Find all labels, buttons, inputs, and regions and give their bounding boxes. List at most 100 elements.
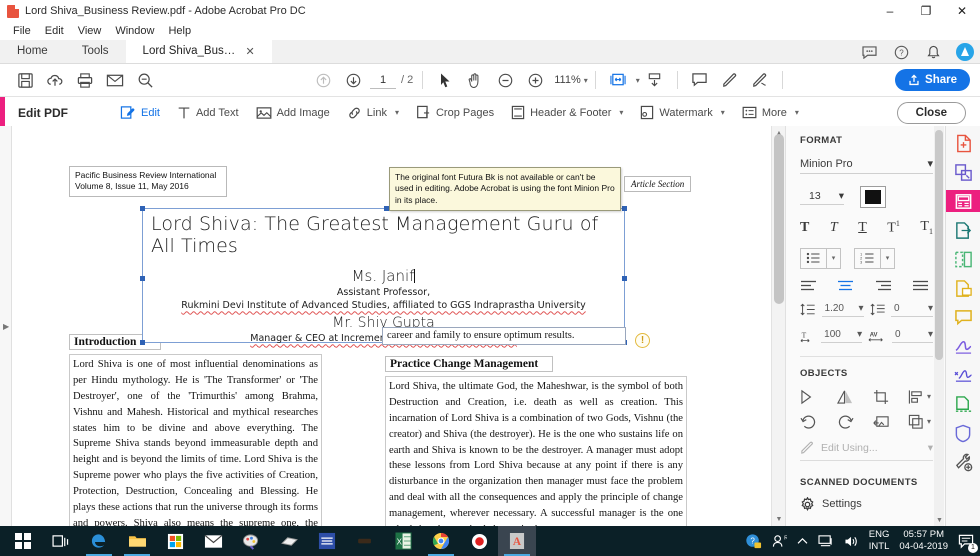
add-image-button[interactable]: Add Image — [256, 106, 330, 120]
numbered-list-button[interactable]: 123 ▾ — [854, 248, 895, 269]
minimize-button[interactable]: – — [872, 0, 908, 22]
menu-edit[interactable]: Edit — [38, 24, 71, 38]
font-size-select[interactable]: 13 ▾ — [800, 190, 844, 205]
underline-T-icon[interactable]: T — [858, 220, 867, 236]
add-text-button[interactable]: Add Text — [177, 106, 239, 120]
align-justify-icon[interactable] — [912, 280, 929, 291]
volume-icon[interactable] — [844, 535, 859, 548]
request-signature-icon[interactable] — [950, 364, 976, 386]
tab-home[interactable]: Home — [0, 39, 65, 63]
fax-icon[interactable] — [308, 526, 346, 556]
avatar[interactable] — [956, 43, 974, 61]
chrome-icon[interactable] — [422, 526, 460, 556]
tab-close-icon[interactable]: ✕ — [246, 45, 255, 58]
replace-image-icon[interactable] — [873, 414, 890, 430]
format-panel-scrollbar[interactable]: ▼ — [934, 126, 944, 526]
pdf-page[interactable]: Pacific Business Review International Vo… — [12, 126, 771, 526]
more-button[interactable]: More ▾ — [742, 106, 799, 119]
record-icon[interactable] — [460, 526, 498, 556]
export-pdf-icon[interactable] — [950, 219, 976, 241]
network-icon[interactable] — [818, 534, 834, 548]
organize-pages-icon[interactable] — [950, 248, 976, 270]
create-pdf-icon[interactable] — [950, 132, 976, 154]
show-hidden-icons-icon[interactable] — [797, 537, 808, 546]
edit-pdf-rail-icon[interactable] — [946, 190, 980, 212]
language-indicator[interactable]: ENG INTL — [869, 529, 890, 553]
start-icon[interactable] — [4, 526, 42, 556]
warning-badge-icon[interactable]: ! — [635, 333, 650, 348]
align-objects-button[interactable]: ▾ — [908, 389, 931, 405]
zoom-search-icon[interactable] — [130, 67, 160, 93]
edit-using-select[interactable]: Edit Using... ▾ — [800, 441, 933, 461]
previous-page-icon[interactable] — [308, 67, 338, 93]
bell-icon[interactable] — [924, 43, 942, 61]
format-panel-scroll-down-icon[interactable]: ▼ — [936, 517, 943, 524]
title-text-block[interactable]: Lord Shiva: The Greatest Management Guru… — [142, 208, 625, 343]
align-center-icon[interactable] — [837, 280, 854, 291]
next-page-icon[interactable] — [338, 67, 368, 93]
scanned-settings-button[interactable]: Settings — [800, 497, 933, 512]
bold-T-icon[interactable]: T — [800, 220, 809, 236]
resize-handle-e[interactable] — [622, 276, 627, 281]
excel-icon[interactable]: X — [384, 526, 422, 556]
draw-icon[interactable] — [745, 67, 775, 93]
scroll-mode-icon[interactable] — [640, 67, 670, 93]
maximize-button[interactable]: ❐ — [908, 0, 944, 22]
select-tool-icon[interactable] — [430, 67, 460, 93]
help-icon[interactable]: ? — [892, 43, 910, 61]
email-icon[interactable] — [100, 67, 130, 93]
line-spacing-select[interactable]: 1.20 ▾ — [822, 303, 864, 317]
zoom-caret-icon[interactable]: ▾ — [584, 76, 588, 85]
document-scrollbar[interactable]: ▲ ▼ — [771, 126, 785, 526]
mail-icon[interactable] — [194, 526, 232, 556]
edge-icon[interactable] — [80, 526, 118, 556]
paint-icon[interactable] — [232, 526, 270, 556]
flip-vertical-icon[interactable] — [836, 389, 854, 405]
acrobat-icon[interactable]: A — [498, 526, 536, 556]
format-panel-scroll-thumb[interactable] — [935, 130, 943, 360]
menu-file[interactable]: File — [6, 24, 38, 38]
crop-icon[interactable] — [873, 389, 890, 405]
subscript-T-icon[interactable]: T1 — [920, 219, 933, 236]
align-right-icon[interactable] — [875, 280, 892, 291]
article-section-tag[interactable]: Article Section — [624, 176, 691, 192]
horizontal-scale-select[interactable]: 100 ▾ — [821, 329, 862, 343]
header-footer-button[interactable]: Header & Footer ▾ — [511, 105, 623, 120]
resize-handle-sw[interactable] — [140, 340, 145, 345]
bulleted-list-caret-icon[interactable]: ▾ — [826, 249, 840, 268]
arrange-button[interactable]: ▾ — [908, 414, 931, 430]
fill-sign-icon[interactable] — [950, 335, 976, 357]
link-button[interactable]: Link ▾ — [347, 106, 399, 120]
stamp-icon[interactable] — [950, 393, 976, 415]
menu-view[interactable]: View — [71, 24, 109, 38]
eraser-icon[interactable] — [270, 526, 308, 556]
close-edit-pdf-button[interactable]: Close — [897, 102, 966, 124]
tab-tools[interactable]: Tools — [65, 39, 126, 63]
paragraph-spacing-select[interactable]: 0 ▾ — [891, 303, 933, 317]
flip-horizontal-icon[interactable] — [800, 389, 818, 405]
crop-pages-button[interactable]: Crop Pages — [416, 105, 494, 120]
store-icon[interactable] — [156, 526, 194, 556]
overlay-text-fragment[interactable]: career and family to ensure optimum resu… — [382, 327, 626, 345]
resize-handle-nw[interactable] — [140, 206, 145, 211]
tools-icon[interactable] — [950, 451, 976, 473]
upload-cloud-icon[interactable] — [40, 67, 70, 93]
hand-tool-icon[interactable] — [460, 67, 490, 93]
document-viewport[interactable]: Pacific Business Review International Vo… — [12, 126, 771, 526]
watermark-button[interactable]: Watermark ▾ — [640, 105, 724, 120]
left-pane-rail[interactable]: ▶ — [0, 126, 12, 526]
menu-help[interactable]: Help — [161, 24, 198, 38]
font-family-select[interactable]: Minion Pro ▾ — [800, 157, 933, 174]
tracking-select[interactable]: 0 ▾ — [892, 329, 933, 343]
action-center-security-icon[interactable]: ? — [745, 533, 762, 550]
combine-files-icon[interactable] — [950, 161, 976, 183]
menu-window[interactable]: Window — [108, 24, 161, 38]
rotate-ccw-icon[interactable] — [800, 414, 818, 430]
align-left-icon[interactable] — [800, 280, 817, 291]
zoom-level-label[interactable]: 111% — [554, 74, 581, 86]
bulleted-list-button[interactable]: ▾ — [800, 248, 841, 269]
print-icon[interactable] — [70, 67, 100, 93]
comment-pages-icon[interactable] — [950, 277, 976, 299]
resize-handle-ne[interactable] — [622, 206, 627, 211]
resize-handle-w[interactable] — [140, 276, 145, 281]
